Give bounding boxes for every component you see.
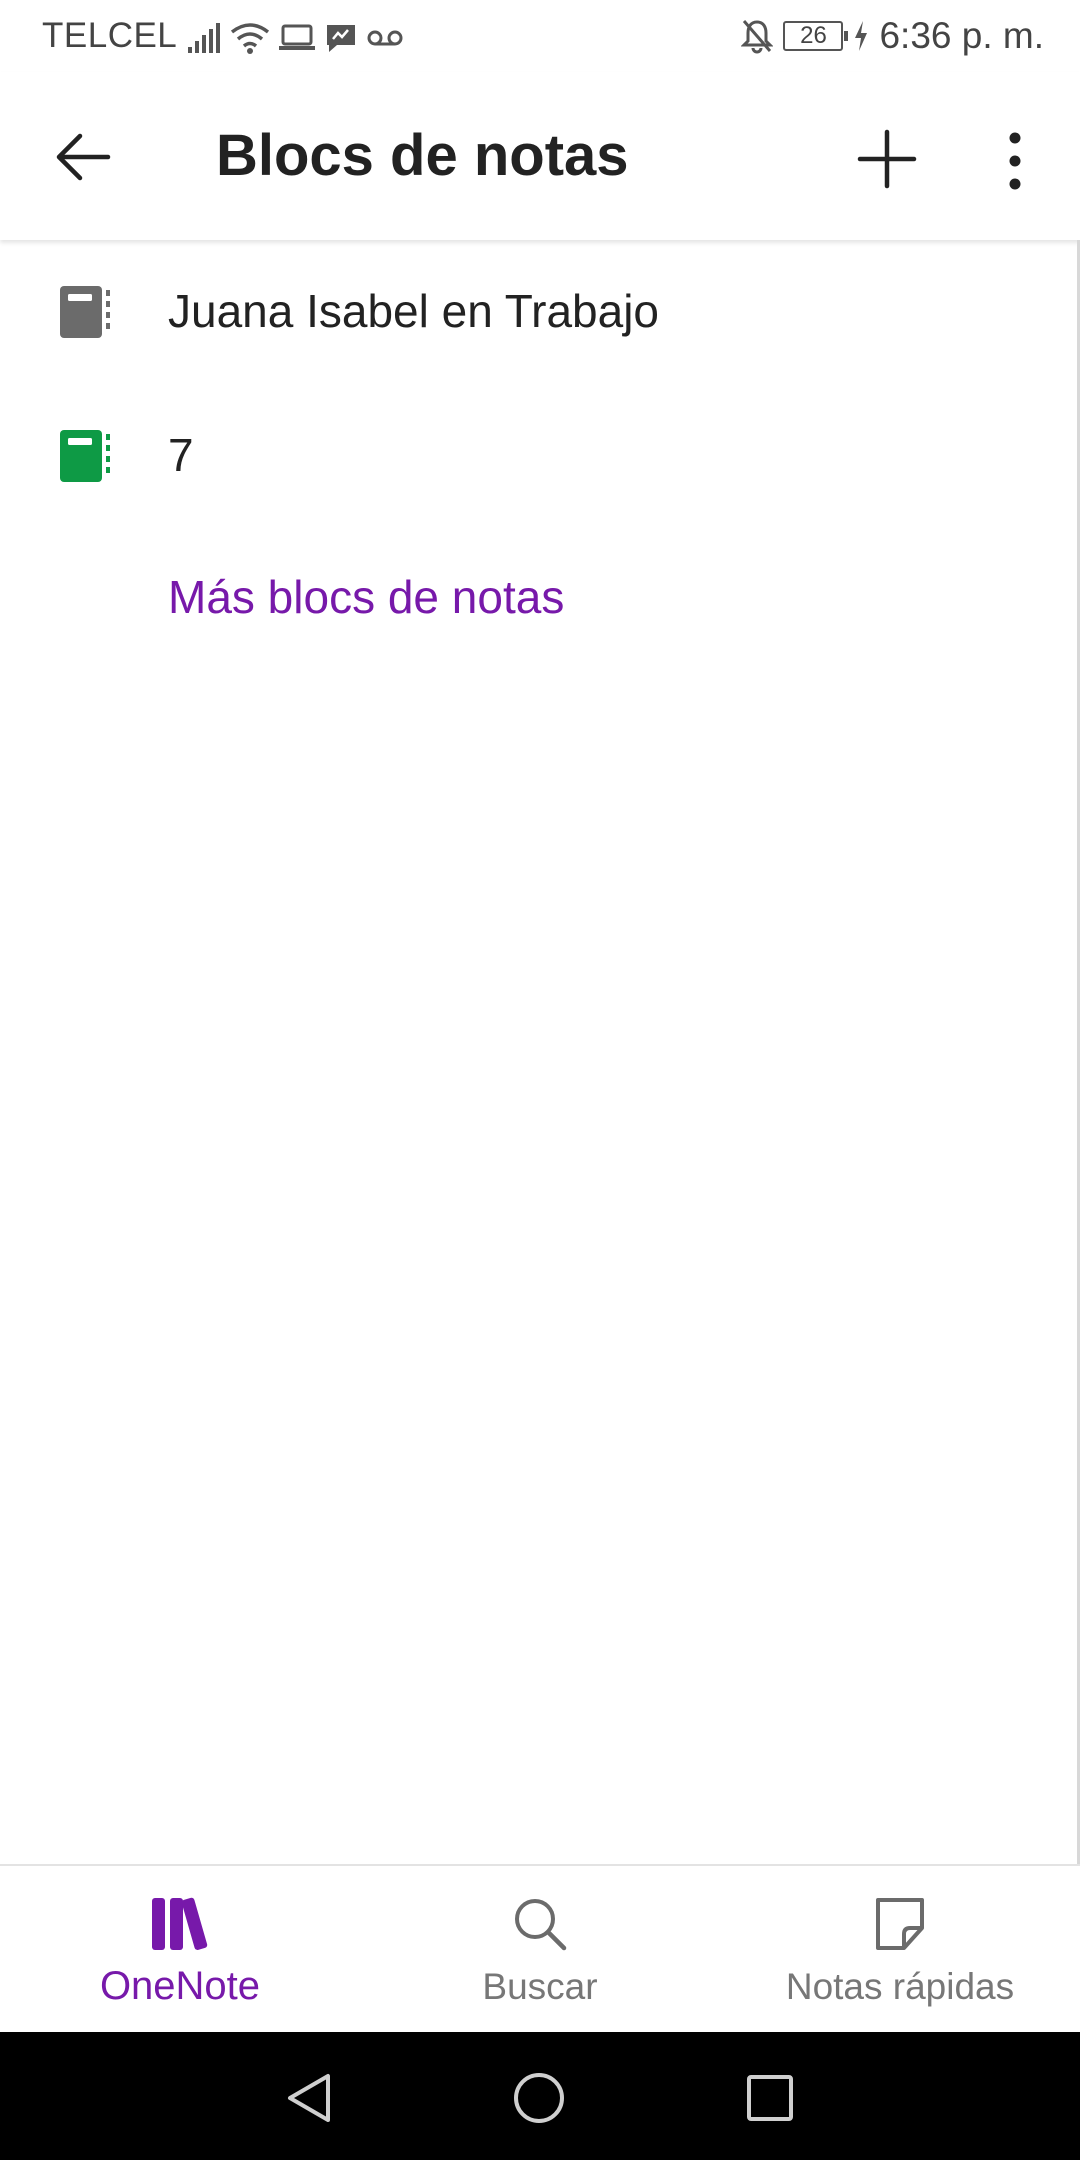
- clock: 6:36 p. m.: [879, 15, 1044, 56]
- notebook-icon: [60, 430, 110, 482]
- nav-search[interactable]: Buscar: [360, 1866, 720, 2034]
- back-triangle-icon[interactable]: [282, 2070, 338, 2126]
- notebook-item[interactable]: Juana Isabel en Trabajo: [0, 240, 1080, 380]
- status-bar: TELCEL 26 6:36 p. m.: [0, 0, 1080, 72]
- battery-indicator: 26: [783, 21, 849, 51]
- notebook-label: 7: [168, 429, 194, 481]
- more-notebooks-link[interactable]: Más blocs de notas: [168, 570, 564, 624]
- status-icons-left: [186, 18, 404, 58]
- notebook-icon: [60, 286, 110, 338]
- notebook-item[interactable]: 7: [0, 384, 1080, 524]
- arrow-left-icon: [56, 133, 111, 181]
- carrier-name: TELCEL: [42, 16, 178, 55]
- nav-onenote-label: OneNote: [99, 1964, 261, 2008]
- wifi-icon: [230, 23, 270, 54]
- nav-sticky-notes[interactable]: Notas rápidas: [720, 1866, 1080, 2034]
- recents-square-icon[interactable]: [742, 2070, 798, 2126]
- bottom-navigation: OneNote Buscar Notas rápidas: [0, 1864, 1080, 2034]
- system-navigation-bar: [0, 2032, 1080, 2160]
- messenger-icon: [327, 25, 355, 52]
- laptop-icon: [279, 24, 315, 50]
- plus-icon: [857, 129, 917, 189]
- nav-sticky-notes-label: Notas rápidas: [785, 1966, 1015, 2007]
- notifications-off-icon: [741, 20, 774, 54]
- nav-onenote[interactable]: OneNote: [0, 1866, 360, 2034]
- library-books-icon: [152, 1897, 208, 1950]
- search-icon: [515, 1899, 567, 1951]
- notebook-label: Juana Isabel en Trabajo: [168, 285, 660, 337]
- voicemail-icon: [367, 30, 403, 46]
- back-button[interactable]: [50, 122, 120, 192]
- page-title: Blocs de notas: [216, 123, 629, 188]
- status-icons-right: 26 6:36 p. m.: [741, 14, 1044, 58]
- more-options-button[interactable]: [1000, 126, 1030, 196]
- nav-search-label: Buscar: [482, 1966, 598, 2007]
- charging-icon: [855, 21, 868, 51]
- vertical-dots-icon: [1009, 132, 1021, 190]
- app-bar: Blocs de notas: [0, 72, 1080, 240]
- add-notebook-button[interactable]: [850, 122, 924, 196]
- signal-icon: [188, 23, 220, 53]
- home-circle-icon[interactable]: [511, 2070, 567, 2126]
- sticky-note-icon: [876, 1898, 924, 1950]
